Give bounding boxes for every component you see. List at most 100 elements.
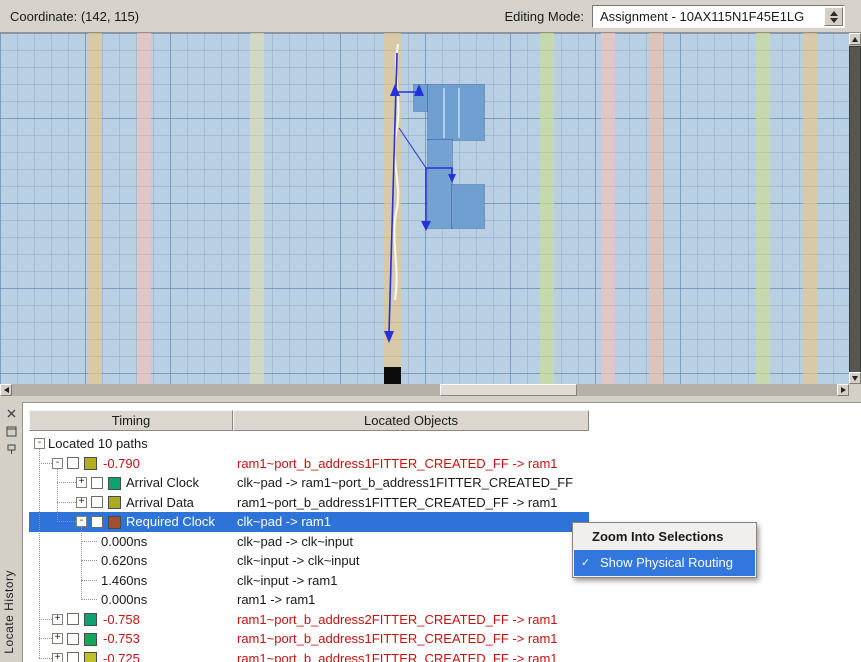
expand-box[interactable]: +: [52, 633, 63, 644]
tree-guide-line: [57, 469, 58, 522]
tree-guide-line: [39, 638, 52, 639]
color-swatch: [108, 496, 121, 509]
menu-item-show-physical-routing[interactable]: ✓ Show Physical Routing: [574, 550, 755, 576]
coordinate-readout: Coordinate: (142, 115): [10, 9, 139, 24]
tree-guide-line: [81, 560, 97, 561]
timing-cell: Required Clock: [126, 514, 215, 529]
tree-guide-line: [81, 580, 97, 581]
panel-side-strip: Locate History: [0, 396, 22, 662]
row-checkbox[interactable]: [91, 516, 103, 528]
timing-cell: Located 10 paths: [48, 436, 148, 451]
timing-cell: -0.758: [103, 612, 140, 627]
scroll-up-button[interactable]: [849, 33, 861, 45]
collapse-box[interactable]: -: [34, 438, 45, 449]
color-swatch: [84, 613, 97, 626]
scroll-down-button[interactable]: [849, 372, 861, 384]
row-checkbox[interactable]: [91, 496, 103, 508]
right-arrow-icon: [841, 387, 846, 393]
tree-row[interactable]: + Arrival Data ram1~port_b_address1FITTER_…: [23, 493, 861, 513]
float-window-icon[interactable]: [4, 424, 19, 439]
up-arrow-icon: [852, 37, 858, 42]
chip-canvas[interactable]: [0, 33, 849, 384]
tree-row[interactable]: 0.000ns ram1 -> ram1: [23, 590, 861, 610]
editing-mode-group: Editing Mode: Assignment - 10AX115N1F45E…: [505, 5, 846, 28]
timing-cell: -0.753: [103, 631, 140, 646]
tree-guide-line: [57, 502, 76, 503]
expand-box[interactable]: +: [76, 497, 87, 508]
expand-box[interactable]: +: [52, 614, 63, 625]
objects-cell: ram1~port_b_address1FITTER_CREATED_FF ->…: [237, 631, 558, 646]
close-icon[interactable]: [4, 406, 19, 421]
menu-item-zoom-into-selections[interactable]: Zoom Into Selections: [574, 524, 755, 550]
tree-root-row[interactable]: -Located 10 paths: [23, 434, 861, 454]
scroll-right-button[interactable]: [837, 384, 849, 396]
top-toolbar: Coordinate: (142, 115) Editing Mode: Ass…: [0, 0, 861, 33]
tree-row[interactable]: + -0.725 ram1~port_b_address1FITTER_CREATE…: [23, 649, 861, 662]
color-swatch: [84, 633, 97, 646]
locate-history-tab[interactable]: Locate History: [2, 570, 16, 654]
objects-cell: ram1~port_b_address2FITTER_CREATED_FF ->…: [237, 612, 558, 627]
color-swatch: [84, 652, 97, 662]
timing-cell: -0.725: [103, 651, 140, 662]
context-menu: Zoom Into Selections ✓ Show Physical Rou…: [572, 522, 757, 578]
column-header-located-objects[interactable]: Located Objects: [233, 410, 589, 431]
row-checkbox[interactable]: [67, 457, 79, 469]
chip-planner-window: Coordinate: (142, 115) Editing Mode: Ass…: [0, 0, 861, 662]
menu-item-label: Show Physical Routing: [600, 555, 733, 570]
objects-cell: clk~input -> ram1: [237, 573, 337, 588]
objects-cell: clk~input -> clk~input: [237, 553, 359, 568]
tree-guide-line: [57, 521, 76, 522]
down-arrow-icon: [852, 376, 858, 381]
row-checkbox[interactable]: [91, 477, 103, 489]
spinner-up-icon: [830, 11, 838, 16]
io-block: [384, 367, 401, 384]
pin-icon[interactable]: [4, 442, 19, 457]
tree-guide-line: [39, 658, 52, 659]
tree-guide-line: [81, 541, 97, 542]
routing-overlay: [0, 33, 849, 384]
timing-cell: Arrival Clock: [126, 475, 199, 490]
objects-cell: ram1~port_b_address1FITTER_CREATED_FF ->…: [237, 651, 558, 662]
vertical-scroll-thumb[interactable]: [849, 46, 861, 376]
collapse-box[interactable]: -: [52, 458, 63, 469]
column-header-timing[interactable]: Timing: [29, 410, 233, 431]
checkmark-icon: ✓: [581, 550, 590, 576]
timing-cell: 1.460ns: [101, 573, 147, 588]
color-swatch: [108, 516, 121, 529]
row-checkbox[interactable]: [67, 652, 79, 662]
tree-guide-line: [57, 482, 76, 483]
scroll-left-button[interactable]: [0, 384, 12, 396]
color-swatch: [108, 477, 121, 490]
tree-row[interactable]: +Arrival Clockclk~pad -> ram1~port_b_add…: [23, 473, 861, 493]
chip-horizontal-scrollbar[interactable]: [0, 384, 849, 396]
expand-box[interactable]: +: [52, 653, 63, 662]
collapse-box[interactable]: -: [76, 516, 87, 527]
chip-vertical-scrollbar[interactable]: [849, 33, 861, 384]
objects-cell: clk~pad -> clk~input: [237, 534, 353, 549]
combobox-spinner-button[interactable]: [824, 7, 843, 26]
tree-guide-line: [39, 449, 40, 658]
scrollbar-corner: [849, 384, 861, 396]
timing-cell: 0.620ns: [101, 553, 147, 568]
timing-cell: Arrival Data: [126, 495, 194, 510]
objects-cell: ram1 -> ram1: [237, 592, 315, 607]
tree-guide-line: [81, 599, 97, 600]
row-checkbox[interactable]: [67, 613, 79, 625]
expand-box[interactable]: +: [76, 477, 87, 488]
timing-cell: 0.000ns: [101, 534, 147, 549]
tree-row[interactable]: + -0.753 ram1~port_b_address1FITTER_CREATE…: [23, 629, 861, 649]
tree-row[interactable]: --0.790ram1~port_b_address1FITTER_CREATE…: [23, 454, 861, 474]
horizontal-scroll-thumb[interactable]: [440, 384, 577, 396]
editing-mode-value: Assignment - 10AX115N1F45E1LG: [600, 9, 804, 24]
editing-mode-label: Editing Mode:: [505, 9, 585, 24]
tree-guide-line: [39, 619, 52, 620]
tree-guide-line: [81, 527, 82, 600]
tree-row[interactable]: + -0.758 ram1~port_b_address2FITTER_CREATE…: [23, 610, 861, 630]
timing-cell: -0.790: [103, 456, 140, 471]
objects-cell: clk~pad -> ram1: [237, 514, 331, 529]
row-checkbox[interactable]: [67, 633, 79, 645]
spinner-down-icon: [830, 18, 838, 23]
timing-cell: 0.000ns: [101, 592, 147, 607]
editing-mode-combobox[interactable]: Assignment - 10AX115N1F45E1LG: [592, 5, 845, 28]
objects-cell: ram1~port_b_address1FITTER_CREATED_FF ->…: [237, 495, 558, 510]
